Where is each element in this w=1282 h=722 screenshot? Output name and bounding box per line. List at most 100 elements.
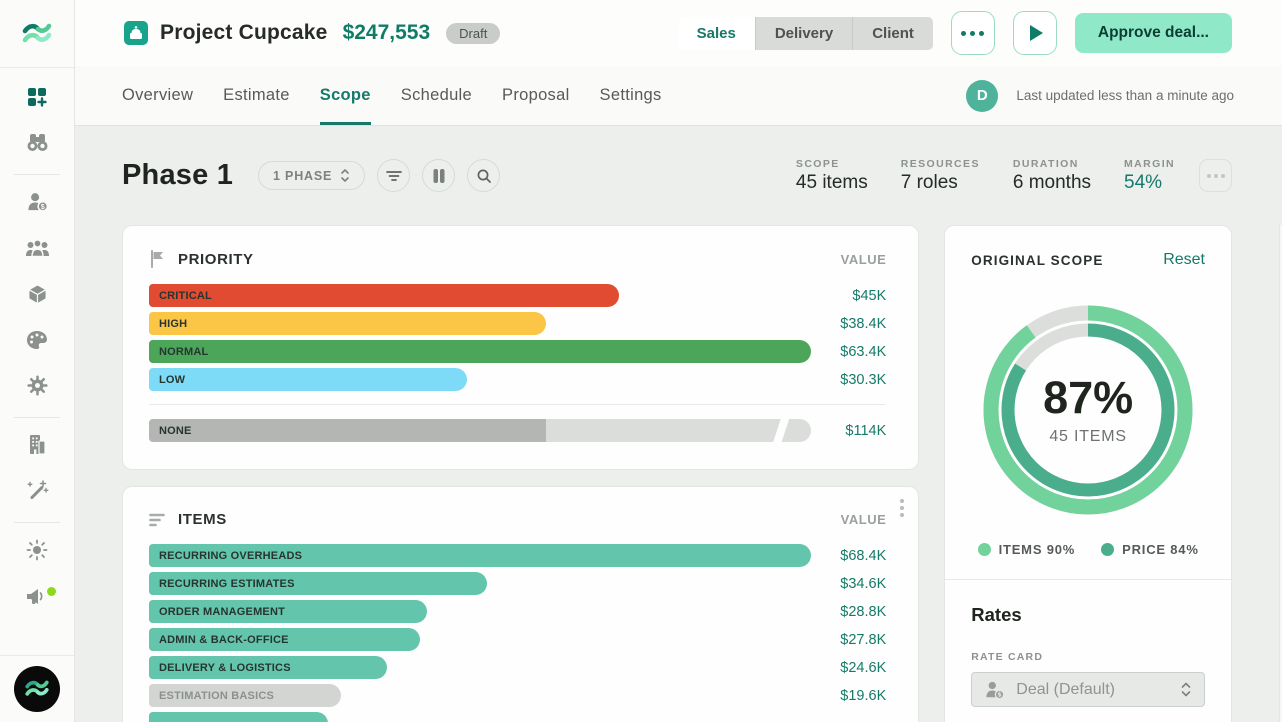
items-kebab-menu[interactable] [896,495,908,521]
rate-card-select[interactable]: $ Deal (Default) [971,672,1205,707]
waves-logo-dark-icon [23,676,51,702]
apps-grid-plus-icon [25,85,49,114]
items-card: ITEMS VALUE RECURRING OVERHEADS $68.4K R… [122,486,919,722]
tab-bar: Overview Estimate Scope Schedule Proposal Set… [122,66,662,125]
bar-label: ESTIMATION BASICS [159,690,274,702]
stat-value: 6 months [1013,172,1091,194]
bar-row: DELIVERY & LOGISTICS $24.6K [149,656,886,679]
segment-delivery[interactable]: Delivery [756,17,853,50]
cube-icon [26,282,49,311]
stat-scope: SCOPE 45 items [796,158,868,194]
tab-estimate[interactable]: Estimate [223,66,290,125]
bar-label: CRITICAL [159,290,212,302]
sidebar-divider [14,522,60,523]
bars-left-icon [149,513,166,527]
filter-button[interactable] [377,159,410,192]
donut-legend: ITEMS 90% PRICE 84% [971,542,1205,557]
app-window: $ Project Cupcake $247 [0,0,1282,722]
phase-more-button[interactable] [1199,159,1232,192]
tab-proposal[interactable]: Proposal [502,66,570,125]
sidebar-item-binoculars[interactable] [14,122,60,168]
sidebar-item-building[interactable] [14,424,60,470]
segment-client[interactable]: Client [853,17,933,50]
sidebar-item-palette[interactable] [14,319,60,365]
sidebar-item-gear[interactable] [14,365,60,411]
legend-dot [978,543,991,556]
bar-value: $114K [811,423,886,439]
deal-amount: $247,553 [343,21,431,45]
rows-divider [149,404,886,405]
value-column-header: VALUE [841,512,887,527]
phase-title: Phase 1 [122,159,233,192]
search-icon [476,168,492,184]
bar-row: CRITICAL $45K [149,284,886,307]
avatar[interactable]: D [966,80,998,112]
play-icon [1030,25,1043,41]
rates-section: Rates RATE CARD $ Deal (Default) [945,580,1231,707]
person-dollar-icon: $ [26,191,49,218]
original-scope-title: ORIGINAL SCOPE [971,253,1103,268]
tab-scope[interactable]: Scope [320,66,371,125]
stat-label: SCOPE [796,158,868,170]
tab-settings[interactable]: Settings [600,66,662,125]
flag-icon [149,250,166,268]
sidebar-divider [14,174,60,175]
tab-overview[interactable]: Overview [122,66,193,125]
columns-button[interactable] [422,159,455,192]
bar-value: $24.6K [811,660,886,676]
more-actions-button[interactable] [951,11,995,55]
sidebar: $ [0,0,75,722]
reset-link[interactable]: Reset [1163,251,1205,269]
bar-label: ORDER MANAGEMENT [159,606,285,618]
approve-deal-button[interactable]: Approve deal... [1075,13,1232,53]
run-button[interactable] [1013,11,1057,55]
bar-row: ESTIMATION BASICS $19.6K [149,684,886,707]
ellipsis-icon [961,31,984,36]
person-dollar-icon: $ [984,680,1006,700]
phase-selector[interactable]: 1 PHASE [258,161,365,190]
stat-margin: MARGIN 54% [1124,158,1175,194]
legend-item-items: ITEMS 90% [978,542,1076,557]
status-badge: Draft [446,23,500,44]
last-updated-text: Last updated less than a minute ago [1016,88,1234,103]
palette-icon [25,329,49,356]
sidebar-item-magic-wand[interactable] [14,470,60,516]
magic-wand-icon [25,479,49,508]
legend-item-price: PRICE 84% [1101,542,1199,557]
filter-icon [386,169,402,183]
phase-header: Phase 1 1 PHASE [122,126,1232,225]
sidebar-item-person-dollar[interactable]: $ [14,181,60,227]
tab-schedule[interactable]: Schedule [401,66,472,125]
segment-sales[interactable]: Sales [678,17,756,50]
bar-label: RECURRING ESTIMATES [159,578,295,590]
rate-card-label: RATE CARD [971,651,1205,663]
donut-center-value: 87% [1043,375,1133,420]
stat-label: RESOURCES [901,158,980,170]
brand-circle-logo[interactable] [14,666,60,712]
scope-donut-chart: 87% 45 ITEMS [983,305,1193,515]
sun-icon [25,538,49,567]
sidebar-item-sun[interactable] [14,529,60,575]
bar-label: ADMIN & BACK-OFFICE [159,634,289,646]
bar-value: $68.4K [811,548,886,564]
chevron-updown-icon [1180,681,1192,698]
bar-value: $45K [811,288,886,304]
notification-dot [45,585,58,598]
bar-row: ORDER MANAGEMENT $28.8K [149,600,886,623]
phase-selector-label: 1 PHASE [273,169,332,183]
sidebar-item-cube[interactable] [14,273,60,319]
sidebar-item-apps-grid-plus[interactable] [14,76,60,122]
items-bars: RECURRING OVERHEADS $68.4K RECURRING EST… [149,544,886,722]
columns-icon [432,168,446,184]
topbar: Project Cupcake $247,553 Draft SalesDeli… [75,0,1282,126]
sidebar-item-megaphone[interactable] [14,575,60,621]
search-button[interactable] [467,159,500,192]
app-logo[interactable] [0,0,74,68]
original-scope-card: ORIGINAL SCOPE Reset [944,225,1232,722]
gear-icon [26,374,49,402]
stat-value: 45 items [796,172,868,194]
bar-label: NONE [159,425,192,437]
bar-value: $28.8K [811,604,886,620]
stat-resources: RESOURCES 7 roles [901,158,980,194]
sidebar-item-team[interactable] [14,227,60,273]
